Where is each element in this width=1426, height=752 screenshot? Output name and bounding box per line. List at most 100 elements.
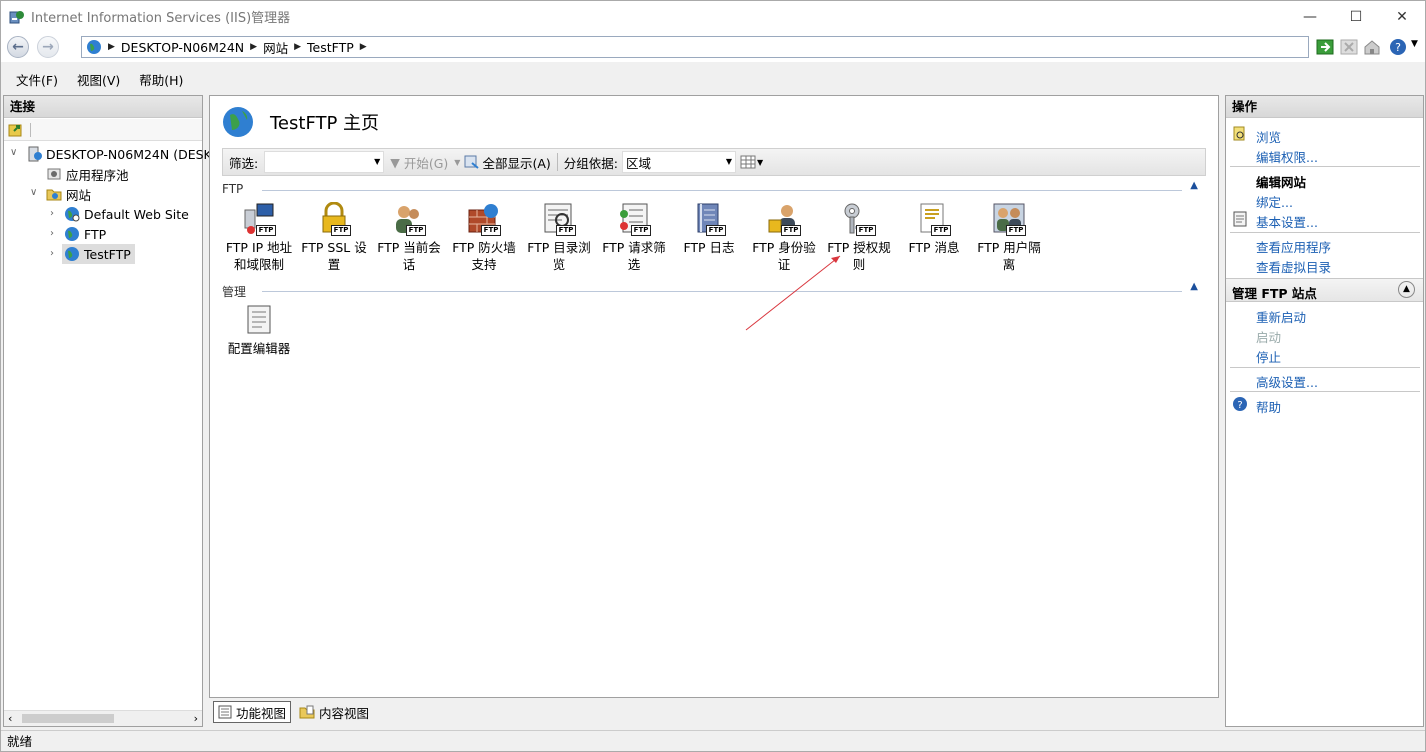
feature-ftp-directory-browsing[interactable]: FTP FTP 目录浏 览 xyxy=(524,202,594,273)
feature-label: 支持 xyxy=(471,257,497,272)
feature-label: 览 xyxy=(552,257,566,272)
tab-features-view[interactable]: 功能视图 xyxy=(213,701,292,723)
breadcrumb-site[interactable]: TestFTP xyxy=(307,40,354,55)
horizontal-scrollbar[interactable]: ‹ › xyxy=(4,710,202,726)
action-bindings[interactable]: 绑定... xyxy=(1256,192,1293,211)
collapse-caret-icon[interactable]: ▲ xyxy=(1190,180,1198,191)
app-pool-icon xyxy=(47,168,61,180)
help-icon[interactable]: ? xyxy=(1389,38,1407,56)
feature-ftp-sessions[interactable]: FTP FTP 当前会 话 xyxy=(374,202,444,273)
view-mode-dropdown-icon[interactable]: ▼ xyxy=(757,158,763,167)
content-view-icon xyxy=(299,705,315,719)
start-button[interactable]: 开始(G) xyxy=(404,153,448,172)
svg-text:?: ? xyxy=(1237,400,1242,411)
status-bar: 就绪 xyxy=(1,730,1425,751)
server-icon xyxy=(28,146,42,162)
connections-panel: 连接 ∨ DESKTOP-N06M24N (DESKTOP 应用程序池 ∨ 网站… xyxy=(3,95,236,727)
sites-folder-icon xyxy=(46,189,62,201)
refresh-icon[interactable] xyxy=(1316,38,1334,56)
collapse-icon[interactable]: ▲ xyxy=(1398,281,1415,298)
filter-toolbar: 筛选: ▼ ▼ 开始(G) ▼ 全部显示(A) 分组依据: 区域 ▼ ▼ xyxy=(222,148,1206,176)
maximize-button[interactable]: ☐ xyxy=(1333,1,1379,32)
tree-app-pools[interactable]: 应用程序池 xyxy=(46,165,129,183)
address-bar[interactable]: ▶ DESKTOP-N06M24N ▶ 网站 ▶ TestFTP ▶ xyxy=(81,36,1309,58)
filter-input[interactable]: ▼ xyxy=(264,151,385,173)
menu-help[interactable]: 帮助(H) xyxy=(139,70,183,89)
group-name-management: 管理 xyxy=(222,285,247,299)
features-panel: TestFTP 主页 筛选: ▼ ▼ 开始(G) ▼ 全部显示(A) 分组依据:… xyxy=(209,95,1219,698)
tree-site-testftp[interactable]: TestFTP xyxy=(62,244,135,264)
breadcrumb-arrow-icon: ▶ xyxy=(359,42,367,52)
feature-label: 离 xyxy=(1002,257,1016,272)
feature-label: 话 xyxy=(402,257,416,272)
action-advanced-settings[interactable]: 高级设置... xyxy=(1256,372,1318,391)
feature-label: FTP 用户隔 xyxy=(977,240,1041,255)
group-by-select[interactable]: 区域 ▼ xyxy=(621,151,736,173)
dropdown-arrow-icon: ▼ xyxy=(374,157,381,166)
collapse-caret-icon[interactable]: ▲ xyxy=(1190,281,1198,292)
manage-ftp-site-header[interactable]: 管理 FTP 站点 ▲ xyxy=(1226,278,1423,302)
page-header: TestFTP 主页 xyxy=(222,106,379,138)
action-stop[interactable]: 停止 xyxy=(1256,347,1281,366)
tree-site-default[interactable]: Default Web Site xyxy=(64,205,189,223)
feature-label: FTP 防火墙 xyxy=(452,240,516,255)
action-view-applications[interactable]: 查看应用程序 xyxy=(1256,237,1331,256)
funnel-icon: ▼ xyxy=(390,154,400,170)
group-header-management[interactable]: 管理 ▲ xyxy=(222,281,1206,299)
back-button[interactable]: ← xyxy=(7,36,29,58)
action-edit-permissions[interactable]: 编辑权限... xyxy=(1256,147,1318,166)
iis-manager-window: Internet Information Services (IIS)管理器 —… xyxy=(0,0,1426,752)
title-bar: Internet Information Services (IIS)管理器 —… xyxy=(1,1,1425,32)
tree-site-ftp[interactable]: FTP xyxy=(64,225,106,243)
minimize-button[interactable]: — xyxy=(1287,1,1333,32)
help-icon: ? xyxy=(1233,397,1247,411)
feature-ftp-messages[interactable]: FTP FTP 消息 xyxy=(899,202,969,256)
scroll-right-icon[interactable]: › xyxy=(194,712,198,725)
action-restart[interactable]: 重新启动 xyxy=(1256,307,1306,326)
view-mode-icon[interactable] xyxy=(740,155,756,169)
start-dropdown-icon[interactable]: ▼ xyxy=(454,158,460,167)
feature-label: 置 xyxy=(327,257,341,272)
forward-button[interactable]: → xyxy=(37,36,59,58)
action-help[interactable]: 帮助 xyxy=(1256,397,1281,416)
help-dropdown-icon[interactable]: ▼ xyxy=(1411,39,1418,49)
chevron-down-icon[interactable]: ∨ xyxy=(10,147,17,158)
feature-ftp-ip-restrictions[interactable]: FTP FTP IP 地址 和域限制 xyxy=(224,202,294,273)
menu-view[interactable]: 视图(V) xyxy=(77,70,120,89)
chevron-right-icon[interactable]: › xyxy=(50,208,54,219)
tree-server[interactable]: DESKTOP-N06M24N (DESKTOP xyxy=(26,145,236,163)
scroll-left-icon[interactable]: ‹ xyxy=(8,712,12,725)
breadcrumb-sites[interactable]: 网站 xyxy=(263,38,288,57)
feature-ftp-user-isolation[interactable]: FTP FTP 用户隔 离 xyxy=(974,202,1044,273)
feature-label: FTP 消息 xyxy=(908,240,960,255)
globe-icon xyxy=(65,207,80,222)
stop-icon[interactable] xyxy=(1340,38,1358,56)
show-all-button[interactable]: 全部显示(A) xyxy=(482,153,550,172)
action-basic-settings[interactable]: 基本设置... xyxy=(1256,212,1318,231)
breadcrumb-server[interactable]: DESKTOP-N06M24N xyxy=(121,40,244,55)
feature-label: FTP 日志 xyxy=(683,240,735,255)
view-tabs: 功能视图 内容视图 xyxy=(213,701,377,723)
connect-icon[interactable] xyxy=(8,122,24,138)
feature-config-editor[interactable]: 配置编辑器 xyxy=(224,303,294,357)
feature-ftp-request-filtering[interactable]: FTP FTP 请求筛 选 xyxy=(599,202,669,273)
action-browse[interactable]: 浏览 xyxy=(1256,127,1281,146)
breadcrumb-arrow-icon: ▶ xyxy=(250,42,258,52)
group-header-ftp[interactable]: FTP ▲ xyxy=(222,180,1206,198)
settings-doc-icon xyxy=(1233,211,1247,227)
tab-content-view[interactable]: 内容视图 xyxy=(295,701,373,723)
feature-ftp-logging[interactable]: FTP FTP 日志 xyxy=(674,202,744,256)
chevron-right-icon[interactable]: › xyxy=(50,228,54,239)
tree-site-default-label: Default Web Site xyxy=(84,206,189,222)
chevron-down-icon[interactable]: ∨ xyxy=(30,187,37,198)
tree-sites[interactable]: 网站 xyxy=(46,185,91,203)
action-view-virtual-directories[interactable]: 查看虚拟目录 xyxy=(1256,257,1331,276)
menu-file[interactable]: 文件(F) xyxy=(16,70,58,89)
close-button[interactable]: ✕ xyxy=(1379,1,1425,32)
feature-ftp-firewall[interactable]: FTP FTP 防火墙 支持 xyxy=(449,202,519,273)
feature-ftp-ssl[interactable]: FTP FTP SSL 设 置 xyxy=(299,201,369,273)
feature-label: FTP IP 地址 xyxy=(225,240,293,255)
chevron-right-icon[interactable]: › xyxy=(50,248,54,259)
home-icon[interactable] xyxy=(1363,38,1381,56)
status-text: 就绪 xyxy=(7,734,33,749)
